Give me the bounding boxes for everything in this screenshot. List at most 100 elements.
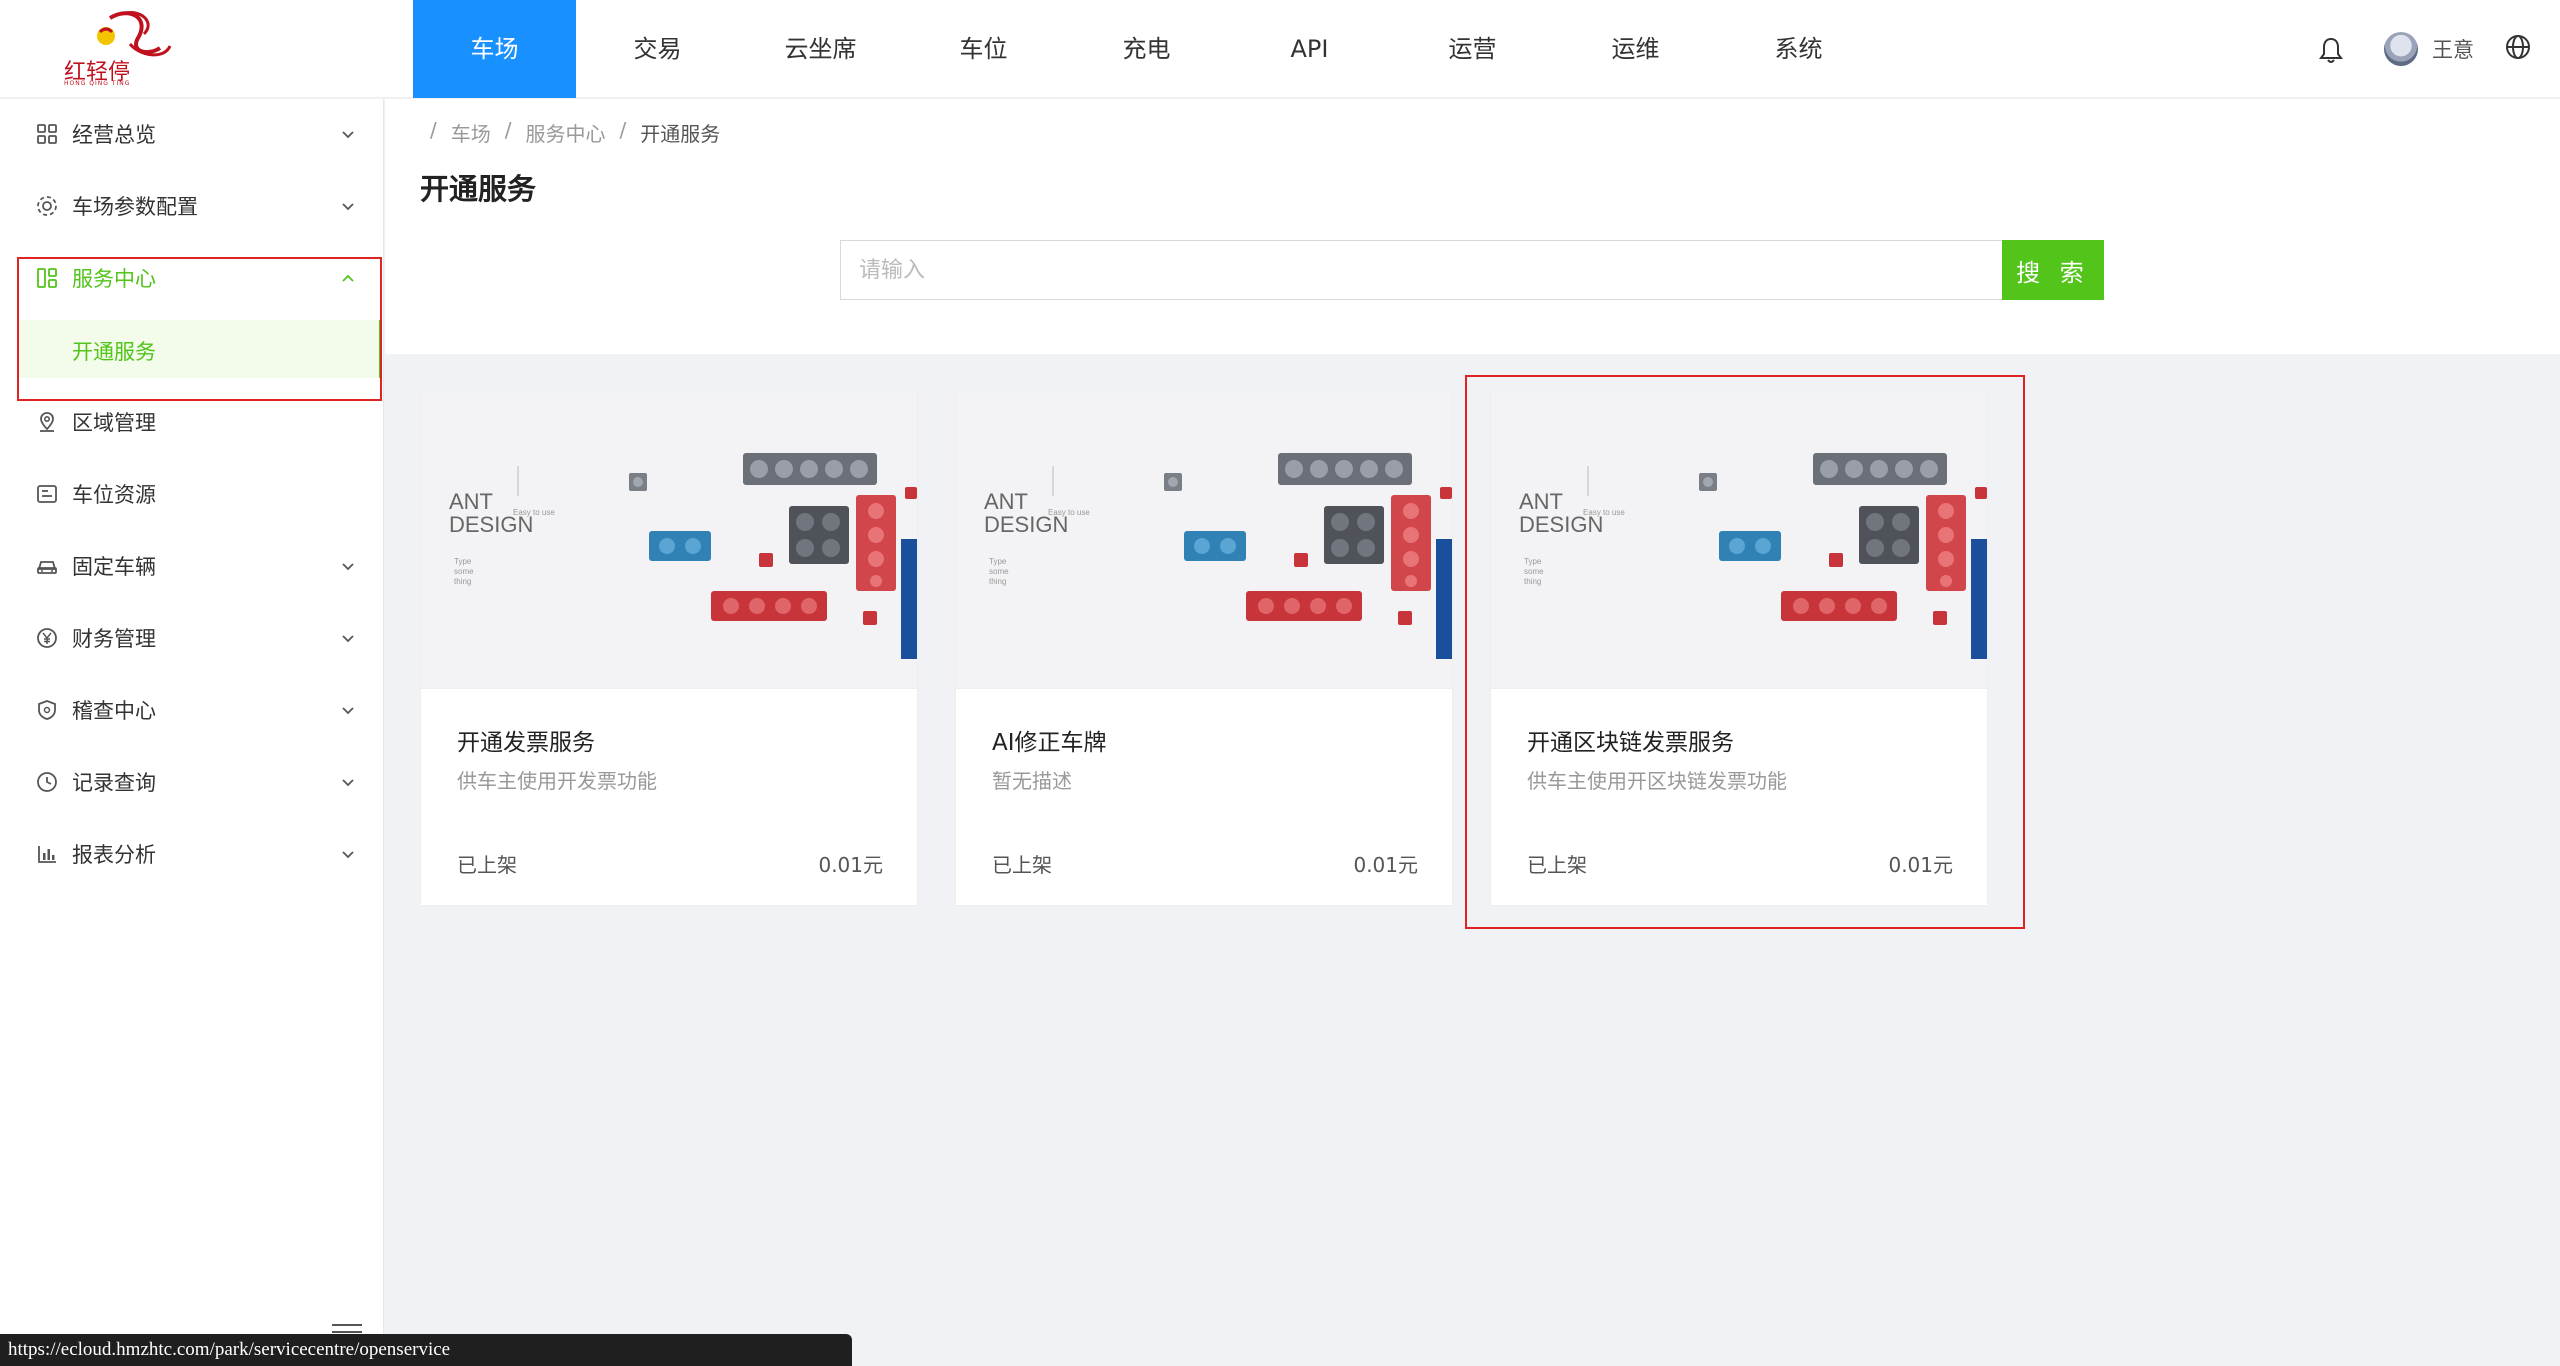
breadcrumb-item-service-center[interactable]: 服务中心 xyxy=(526,118,606,147)
avatar[interactable] xyxy=(2384,32,2418,66)
location-icon xyxy=(40,412,54,432)
nav-item-transaction[interactable]: 交易 xyxy=(576,0,739,98)
cover-tagline: Easy to use xyxy=(1583,508,1625,517)
logo[interactable]: 红轻停 HONG QING TING xyxy=(60,8,180,88)
gear-icon xyxy=(37,196,57,216)
sidebar-item-fixed-vehicles[interactable]: 固定车辆 xyxy=(0,530,384,602)
cover-brand-line1: ANT xyxy=(449,489,493,514)
breadcrumb-separator: / xyxy=(504,118,512,142)
cover-tagline: Easy to use xyxy=(1048,508,1090,517)
logo-mark-icon xyxy=(97,11,172,57)
card-cover-image: ANT DESIGN Easy to use Type some thing xyxy=(1491,391,1987,689)
sidebar-item-records[interactable]: 记录查询 xyxy=(0,746,384,818)
card-description: 供车主使用开发票功能 xyxy=(457,769,657,793)
parking-icon xyxy=(37,485,57,503)
sidebar-item-label: 车场参数配置 xyxy=(72,195,198,219)
breadcrumb-item-parking-lot[interactable]: 车场 xyxy=(451,118,491,147)
cover-illustration: ANT DESIGN Easy to use Type some thing xyxy=(1491,391,1987,688)
breadcrumb-item-current: 开通服务 xyxy=(640,122,721,146)
card-title: 开通发票服务 xyxy=(457,730,595,756)
nav-item-system[interactable]: 系统 xyxy=(1717,0,1880,98)
browser-status-url: https://ecloud.hmzhtc.com/park/servicece… xyxy=(0,1334,852,1366)
service-card[interactable]: ANT DESIGN Easy to use Type some thing A… xyxy=(955,390,1453,906)
sidebar-subitem-label: 开通服务 xyxy=(72,340,156,364)
user-name[interactable]: 王意 xyxy=(2432,34,2474,64)
chevron-down-icon xyxy=(342,635,354,643)
cover-small-3: thing xyxy=(454,577,471,586)
page-title: 开通服务 xyxy=(420,172,537,206)
chevron-down-icon xyxy=(342,203,354,211)
sidebar-item-label: 报表分析 xyxy=(72,843,156,867)
sidebar-item-inspection[interactable]: 稽查中心 xyxy=(0,674,384,746)
nav-item-cloud-seat[interactable]: 云坐席 xyxy=(739,0,902,98)
breadcrumb-separator: / xyxy=(619,118,627,142)
card-cover-image: ANT DESIGN Easy to use Type some thing xyxy=(956,391,1452,689)
cover-brand-line1: ANT xyxy=(984,489,1028,514)
sidebar-item-label: 稽查中心 xyxy=(72,699,156,723)
cover-small-2: some xyxy=(1524,567,1544,576)
cover-small-1: Type xyxy=(989,557,1007,566)
card-price: 0.01元 xyxy=(1888,853,1953,877)
nav-item-charging[interactable]: 充电 xyxy=(1065,0,1228,98)
nav-item-parking-space[interactable]: 车位 xyxy=(902,0,1065,98)
sidebar-item-business-overview[interactable]: 经营总览 xyxy=(0,98,384,170)
sidebar-item-finance[interactable]: 财务管理 xyxy=(0,602,384,674)
card-description: 暂无描述 xyxy=(992,769,1072,793)
card-title: AI修正车牌 xyxy=(992,730,1107,756)
nav-item-api[interactable]: API xyxy=(1228,0,1391,98)
card-description: 供车主使用开区块链发票功能 xyxy=(1527,769,1787,793)
cover-small-1: Type xyxy=(454,557,472,566)
search-input[interactable] xyxy=(840,240,2002,300)
breadcrumb: / 车场 / 服务中心 / 开通服务 xyxy=(430,118,720,147)
shield-icon xyxy=(38,700,56,720)
card-title: 开通区块链发票服务 xyxy=(1527,730,1734,756)
sidebar-item-space-resources[interactable]: 车位资源 xyxy=(0,458,384,530)
chevron-up-icon xyxy=(342,274,354,282)
cover-small-2: some xyxy=(454,567,474,576)
sidebar-item-label: 经营总览 xyxy=(72,123,156,147)
nav-item-parking-lot[interactable]: 车场 xyxy=(413,0,576,98)
chevron-down-icon xyxy=(342,131,354,139)
sidebar-item-service-center[interactable]: 服务中心 xyxy=(0,242,384,314)
nav-item-operations[interactable]: 运营 xyxy=(1391,0,1554,98)
card-price: 0.01元 xyxy=(818,853,883,877)
cover-small-3: thing xyxy=(1524,577,1541,586)
chevron-down-icon xyxy=(342,779,354,787)
cover-illustration: ANT DESIGN Easy to use Type some thing xyxy=(956,391,1452,688)
chevron-down-icon xyxy=(342,851,354,859)
card-status: 已上架 xyxy=(992,853,1052,877)
card-cover-image: ANT DESIGN Easy to use Type some thing xyxy=(421,391,917,689)
card-status: 已上架 xyxy=(457,853,517,877)
logo-subtitle: HONG QING TING xyxy=(64,80,131,87)
search-button[interactable]: 搜 索 xyxy=(2002,240,2104,300)
card-price: 0.01元 xyxy=(1353,853,1418,877)
top-header: 红轻停 HONG QING TING 车场 交易 云坐席 车位 充电 API 运… xyxy=(0,0,2560,98)
apps-icon xyxy=(37,268,57,288)
sidebar-item-label: 财务管理 xyxy=(72,627,156,651)
chevron-down-icon xyxy=(342,707,354,715)
grid-icon xyxy=(37,124,57,144)
cover-small-3: thing xyxy=(989,577,1006,586)
sidebar-item-label: 车位资源 xyxy=(72,483,156,507)
cover-small-1: Type xyxy=(1524,557,1542,566)
cover-brand-line1: ANT xyxy=(1519,489,1563,514)
sidebar-subitem-open-service[interactable]: 开通服务 xyxy=(18,320,382,378)
sidebar-item-area-management[interactable]: 区域管理 xyxy=(0,386,384,458)
cover-tagline: Easy to use xyxy=(513,508,555,517)
yen-icon xyxy=(37,628,57,648)
service-card[interactable]: ANT DESIGN Easy to use Type some thing 开… xyxy=(420,390,918,906)
sidebar-item-label: 服务中心 xyxy=(72,267,156,291)
service-card[interactable]: ANT DESIGN Easy to use Type some thing 开… xyxy=(1490,390,1988,906)
car-icon xyxy=(37,561,57,574)
nav-item-maintenance[interactable]: 运维 xyxy=(1554,0,1717,98)
cover-small-2: some xyxy=(989,567,1009,576)
sidebar-item-lot-config[interactable]: 车场参数配置 xyxy=(0,170,384,242)
globe-icon[interactable] xyxy=(2505,34,2531,60)
card-status: 已上架 xyxy=(1527,853,1587,877)
top-nav: 车场 交易 云坐席 车位 充电 API 运营 运维 系统 xyxy=(413,0,1880,98)
breadcrumb-separator: / xyxy=(430,118,437,142)
sidebar-item-reports[interactable]: 报表分析 xyxy=(0,818,384,890)
bell-icon[interactable] xyxy=(2318,36,2344,64)
sidebar-item-label: 区域管理 xyxy=(72,411,156,435)
clock-icon xyxy=(37,772,57,792)
